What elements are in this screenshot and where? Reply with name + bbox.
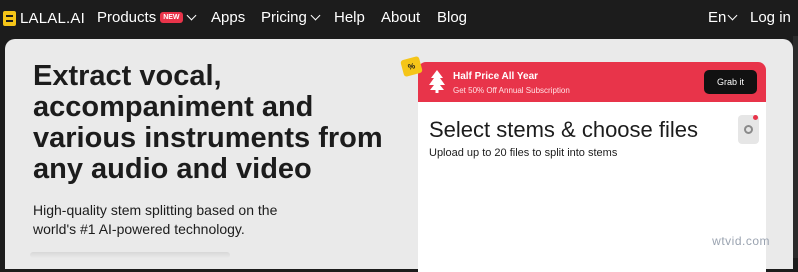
login-link[interactable]: Log in xyxy=(750,9,791,26)
new-badge: NEW xyxy=(160,12,183,23)
nav-pricing-label: Pricing xyxy=(261,9,307,26)
nav-about[interactable]: About xyxy=(381,9,420,26)
hero-headline: Extract vocal, accompaniment and various… xyxy=(33,60,383,185)
language-label: En xyxy=(708,9,727,26)
nav-about-label: About xyxy=(381,9,421,26)
watermark: wtvid.com xyxy=(712,234,770,248)
nav-apps[interactable]: Apps xyxy=(211,9,245,26)
button-shadow xyxy=(30,252,230,258)
notification-dot xyxy=(753,115,758,120)
upload-panel-subtitle: Upload up to 20 files to split into stem… xyxy=(429,147,618,159)
hero-subline: High-quality stem splitting based on the… xyxy=(33,202,278,237)
settings-button[interactable] xyxy=(738,115,759,144)
logo-text: LALAL.AI xyxy=(20,10,85,27)
gear-icon xyxy=(744,125,753,134)
language-selector[interactable]: En xyxy=(708,9,738,26)
christmas-tree-icon xyxy=(429,70,445,93)
login-label: Log in xyxy=(750,9,791,26)
nav-products[interactable]: Products NEW xyxy=(97,9,196,26)
logo-icon xyxy=(3,11,16,26)
nav-blog[interactable]: Blog xyxy=(437,9,467,26)
nav-products-label: Products xyxy=(97,9,157,26)
hero-section: Extract vocal, accompaniment and various… xyxy=(5,39,793,272)
nav-help-label: Help xyxy=(334,9,365,26)
nav-blog-label: Blog xyxy=(437,9,468,26)
nav-pricing[interactable]: Pricing xyxy=(261,9,321,26)
nav-apps-label: Apps xyxy=(211,9,246,26)
top-navigation-bar: LALAL.AI Products NEW Apps Pricing Help … xyxy=(0,0,798,36)
nav-help[interactable]: Help xyxy=(334,9,365,26)
promo-banner: Half Price All Year Get 50% Off Annual S… xyxy=(418,62,766,102)
chevron-down-icon xyxy=(186,10,196,21)
chevron-down-icon xyxy=(310,10,321,21)
promo-subtitle: Get 50% Off Annual Subscription xyxy=(453,86,570,95)
scrollbar[interactable] xyxy=(793,36,798,258)
promo-title: Half Price All Year xyxy=(453,71,539,82)
grab-it-button[interactable]: Grab it xyxy=(704,70,757,94)
upload-panel-title: Select stems & choose files xyxy=(429,117,699,142)
chevron-down-icon xyxy=(727,10,738,21)
logo[interactable]: LALAL.AI xyxy=(3,10,85,27)
